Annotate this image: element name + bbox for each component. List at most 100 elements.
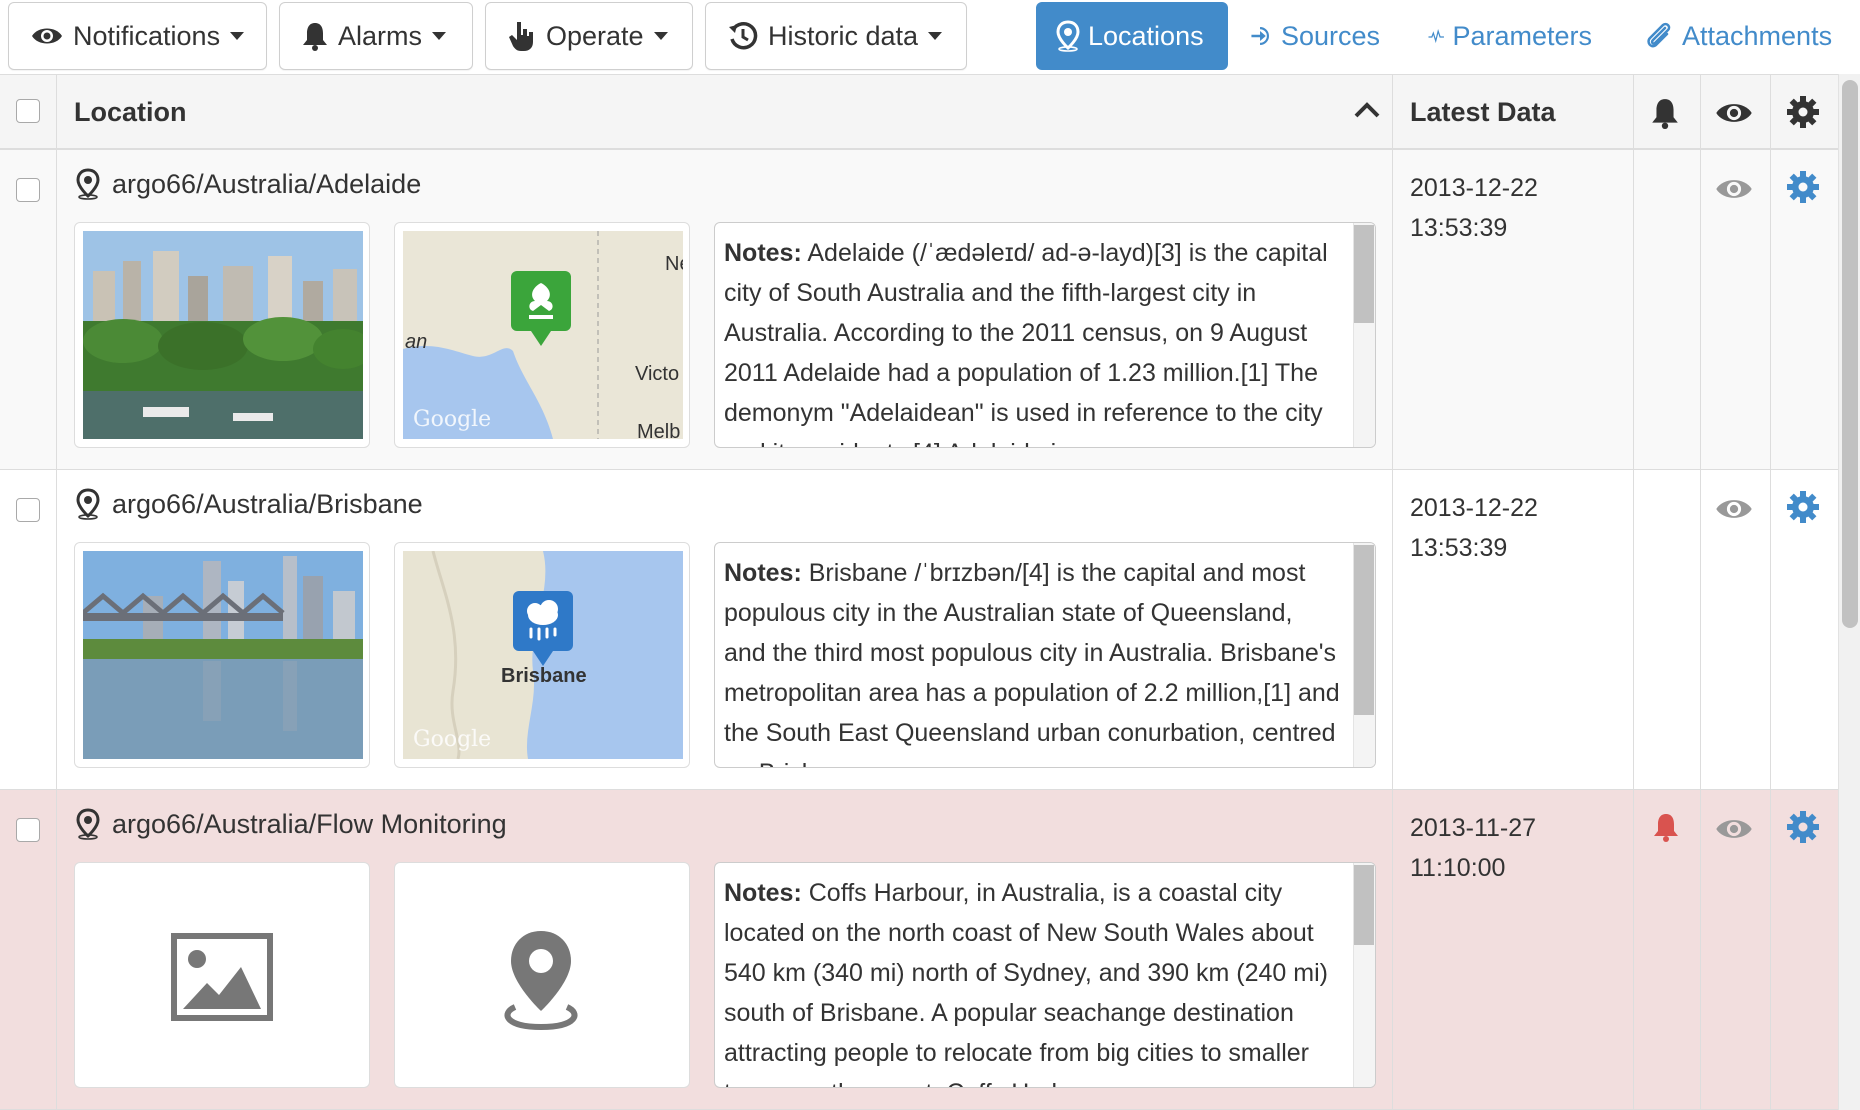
location-photo[interactable] xyxy=(74,542,370,768)
page-scrollbar-thumb[interactable] xyxy=(1842,80,1858,628)
map-marker-icon xyxy=(76,168,100,200)
locations-table: Location Latest Data argo66/Australia/Ad… xyxy=(0,74,1838,1110)
map-marker-icon xyxy=(76,808,100,840)
notes-box[interactable]: Notes: Brisbane /ˈbrɪzbən/[4] is the cap… xyxy=(714,542,1376,768)
column-divider xyxy=(1633,74,1634,1110)
sort-ascending-icon[interactable] xyxy=(1354,101,1380,119)
notes-scrollbar-thumb[interactable] xyxy=(1354,865,1374,945)
caret-down-icon xyxy=(230,32,245,40)
latest-time: 13:53:39 xyxy=(1410,534,1508,562)
map-marker-placeholder-icon xyxy=(504,931,578,1031)
map-label: Brisbane xyxy=(501,665,587,687)
paperclip-icon xyxy=(1647,22,1671,48)
latest-data-timestamp: 2013-12-22 13:53:39 xyxy=(1410,168,1610,248)
column-divider xyxy=(1700,74,1701,1110)
latest-data-timestamp: 2013-11-27 11:10:00 xyxy=(1410,808,1610,888)
eye-icon xyxy=(1716,104,1752,122)
location-name-label: argo66/Australia/Brisbane xyxy=(112,488,423,519)
pulse-icon xyxy=(1428,29,1444,44)
notes-text: Notes: Adelaide (/ˈædəleɪd/ ad-ə-layd)[3… xyxy=(724,233,1340,447)
notes-text: Notes: Brisbane /ˈbrɪzbən/[4] is the cap… xyxy=(724,553,1340,767)
header-latest-data[interactable]: Latest Data xyxy=(1410,75,1556,149)
eye-icon[interactable] xyxy=(1714,496,1754,522)
historic-data-label: Historic data xyxy=(768,20,919,51)
header-location[interactable]: Location xyxy=(74,75,187,149)
eye-icon[interactable] xyxy=(1714,176,1754,202)
row-checkbox[interactable] xyxy=(16,178,40,202)
google-logo: Google xyxy=(413,727,492,752)
location-name[interactable]: argo66/Australia/Adelaide xyxy=(76,168,421,200)
row-checkbox[interactable] xyxy=(16,818,40,842)
alarms-label: Alarms xyxy=(338,20,423,51)
history-icon xyxy=(729,22,758,50)
notes-scrollbar[interactable] xyxy=(1353,223,1375,447)
notes-content: Coffs Harbour, in Australia, is a coasta… xyxy=(724,879,1328,1087)
tab-attachments[interactable]: Attachments xyxy=(1630,2,1850,70)
historic-data-dropdown[interactable]: Historic data xyxy=(705,2,967,70)
column-divider xyxy=(56,74,57,1110)
map-label: Melb xyxy=(637,421,681,439)
notifications-dropdown[interactable]: Notifications xyxy=(8,2,267,70)
caret-down-icon xyxy=(432,32,447,40)
eye-icon[interactable] xyxy=(1714,816,1754,842)
location-photo[interactable] xyxy=(74,222,370,448)
table-row: argo66/Australia/Adelaide N an Victo Mel… xyxy=(0,150,1838,470)
latest-data-timestamp: 2013-12-22 13:53:39 xyxy=(1410,488,1610,568)
location-name[interactable]: argo66/Australia/Flow Monitoring xyxy=(76,808,507,840)
bell-icon[interactable] xyxy=(1653,812,1679,842)
gear-icon[interactable] xyxy=(1786,810,1820,844)
location-name[interactable]: argo66/Australia/Brisbane xyxy=(76,488,423,520)
notes-box[interactable]: Notes: Coffs Harbour, in Australia, is a… xyxy=(714,862,1376,1088)
city-photo-image xyxy=(83,231,363,439)
table-row: argo66/Australia/Flow Monitoring Notes: … xyxy=(0,790,1838,1110)
map-label: an xyxy=(405,331,428,353)
tab-locations[interactable]: Locations xyxy=(1036,2,1228,70)
bell-icon xyxy=(1652,99,1678,129)
column-divider xyxy=(1392,74,1393,1110)
map-marker-icon xyxy=(76,488,100,520)
latest-date: 2013-12-22 xyxy=(1410,494,1538,522)
select-all-checkbox[interactable] xyxy=(16,99,40,123)
hand-pointer-icon xyxy=(509,22,533,51)
map-label: Victo xyxy=(635,363,680,385)
location-map-placeholder[interactable] xyxy=(394,862,690,1088)
map-label: Ne xyxy=(665,253,683,275)
latest-time: 13:53:39 xyxy=(1410,214,1508,242)
location-name-label: argo66/Australia/Flow Monitoring xyxy=(112,808,507,839)
location-map[interactable]: Ne an Victo Melb Google xyxy=(394,222,690,448)
map-marker-icon xyxy=(1056,20,1080,52)
notes-scrollbar[interactable] xyxy=(1353,863,1375,1087)
location-name-label: argo66/Australia/Adelaide xyxy=(112,168,422,199)
table-row: argo66/Australia/Brisbane Brisbane Googl… xyxy=(0,470,1838,790)
notes-scrollbar-thumb[interactable] xyxy=(1354,545,1374,715)
latest-date: 2013-11-27 xyxy=(1410,814,1537,842)
location-map[interactable]: Brisbane Google xyxy=(394,542,690,768)
alarms-dropdown[interactable]: Alarms xyxy=(279,2,473,70)
operate-label: Operate xyxy=(546,20,644,51)
latest-time: 11:10:00 xyxy=(1410,854,1506,882)
latest-date: 2013-12-22 xyxy=(1410,174,1538,202)
operate-dropdown[interactable]: Operate xyxy=(485,2,693,70)
gear-icon[interactable] xyxy=(1786,170,1820,204)
city-photo-image xyxy=(83,551,363,759)
notes-scrollbar-thumb[interactable] xyxy=(1354,225,1374,323)
notes-label: Notes: xyxy=(724,559,802,587)
bell-icon xyxy=(303,23,327,51)
google-logo: Google xyxy=(413,407,492,432)
notifications-label: Notifications xyxy=(73,20,221,51)
notes-content: Adelaide (/ˈædəleɪd/ ad-ə-layd)[3] is th… xyxy=(724,239,1328,447)
page-scrollbar[interactable] xyxy=(1838,74,1860,1110)
notes-label: Notes: xyxy=(724,879,802,907)
tab-parameters-label: Parameters xyxy=(1452,20,1592,51)
tab-parameters[interactable]: Parameters xyxy=(1414,2,1606,70)
notes-scrollbar[interactable] xyxy=(1353,543,1375,767)
tab-sources[interactable]: Sources xyxy=(1236,2,1394,70)
notes-box[interactable]: Notes: Adelaide (/ˈædəleɪd/ ad-ə-layd)[3… xyxy=(714,222,1376,448)
row-checkbox[interactable] xyxy=(16,498,40,522)
tab-locations-label: Locations xyxy=(1088,20,1204,51)
location-photo-placeholder[interactable] xyxy=(74,862,370,1088)
gear-icon[interactable] xyxy=(1786,490,1820,524)
column-divider xyxy=(1770,74,1771,1110)
notes-label: Notes: xyxy=(724,239,802,267)
caret-down-icon xyxy=(653,32,668,40)
